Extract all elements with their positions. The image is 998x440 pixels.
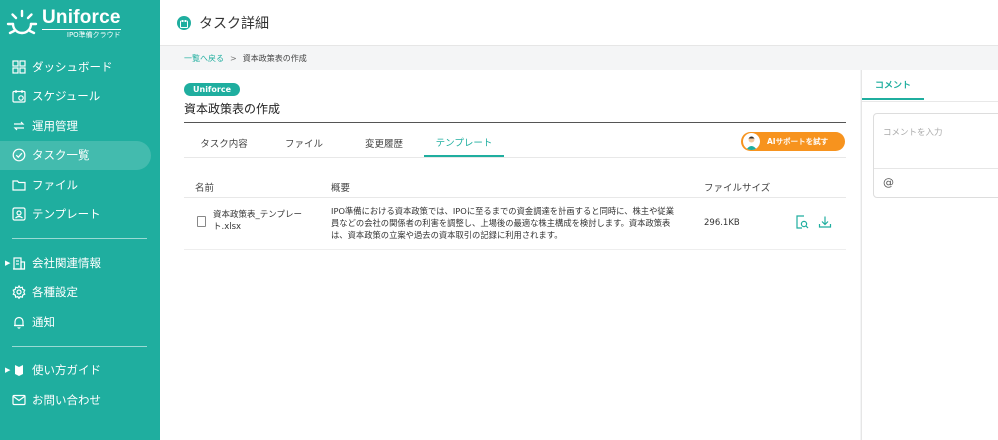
- breadcrumb: 一覧へ戻る > 資本政策表の作成: [160, 47, 860, 69]
- gear-icon: [12, 285, 26, 300]
- caret-right-icon: ▶: [5, 258, 11, 267]
- preview-icon[interactable]: [795, 215, 809, 229]
- comment-input[interactable]: コメントを入力: [874, 114, 998, 169]
- sidebar-item-label: お問い合わせ: [32, 392, 101, 407]
- sidebar-item-label: 使い方ガイド: [32, 363, 101, 378]
- sidebar-divider: [12, 345, 147, 347]
- sidebar-item-schedule[interactable]: スケジュール: [0, 82, 160, 112]
- template-icon: [12, 207, 26, 221]
- title-divider: [184, 122, 846, 123]
- table-header: 名前 概要 ファイルサイズ: [184, 174, 846, 198]
- sidebar-item-label: 運用管理: [32, 118, 78, 133]
- sidebar-item-guide[interactable]: ▶ 使い方ガイド: [0, 356, 160, 386]
- file-summary: IPO準備における資本政策では、IPOに至るまでの資金調達を計画すると同時に、株…: [331, 206, 674, 240]
- comments-panel: コメント コメントを入力 @: [861, 70, 998, 440]
- org-badge: Uniforce: [184, 83, 241, 96]
- tab-comments[interactable]: コメント: [862, 70, 924, 100]
- page-title: タスク詳細: [199, 15, 269, 32]
- check-circle-icon: [12, 148, 26, 162]
- logo-name: Uniforce: [42, 7, 121, 28]
- sidebar-item-company-info[interactable]: ▶ 会社関連情報: [0, 248, 160, 278]
- tab-templates[interactable]: テンプレート: [424, 128, 504, 157]
- task-detail-card: Uniforce 資本政策表の作成 タスク内容 ファイル 変更履歴 テンプレート…: [160, 70, 860, 440]
- file-size: 296.1KB: [704, 218, 740, 228]
- tab-files[interactable]: ファイル: [264, 128, 344, 157]
- file-name[interactable]: 資本政策表_テンプレート.xlsx: [213, 209, 313, 233]
- breadcrumb-separator: >: [230, 53, 237, 63]
- task-title: 資本政策表の作成: [184, 102, 281, 116]
- sidebar-item-label: テンプレート: [32, 207, 101, 222]
- back-to-list-link[interactable]: 一覧へ戻る: [184, 53, 224, 64]
- col-summary: 概要: [331, 183, 351, 194]
- refresh-icon: [13, 121, 25, 131]
- folder-icon: [12, 180, 26, 191]
- comment-box: コメントを入力 @: [873, 113, 998, 198]
- tab-task-content[interactable]: タスク内容: [184, 128, 264, 157]
- logo-tagline: IPO準備クラウド: [42, 29, 121, 40]
- ai-support-button[interactable]: AIサポートを試す: [741, 132, 845, 151]
- template-table: 名前 概要 ファイルサイズ 資本政策表_テンプレート.xlsx IPO準備におけ…: [184, 174, 846, 250]
- sidebar-item-label: タスク一覧: [32, 148, 90, 163]
- logo[interactable]: Uniforce IPO準備クラウド: [6, 8, 121, 40]
- sidebar-item-label: 会社関連情報: [32, 255, 101, 270]
- mail-icon: [12, 394, 26, 405]
- sidebar-item-label: 各種設定: [32, 285, 78, 300]
- col-name: 名前: [195, 183, 215, 194]
- sidebar-item-settings[interactable]: 各種設定: [0, 278, 160, 308]
- ai-support-label: AIサポートを試す: [767, 137, 829, 146]
- file-icon: [197, 216, 206, 227]
- sidebar-divider: [12, 238, 147, 239]
- calendar-icon: [12, 90, 26, 103]
- mention-button[interactable]: @: [883, 176, 894, 189]
- logo-sun-icon: [6, 9, 38, 35]
- calendar-badge-icon: [177, 15, 191, 30]
- building-icon: [13, 257, 26, 270]
- sidebar-item-label: ダッシュボード: [32, 59, 113, 74]
- grid-icon: [12, 60, 26, 74]
- sidebar-item-operations[interactable]: 運用管理: [0, 111, 160, 141]
- sidebar-item-task-list[interactable]: タスク一覧: [0, 140, 151, 170]
- sidebar-item-label: スケジュール: [32, 89, 101, 104]
- col-file-size: ファイルサイズ: [704, 183, 771, 194]
- page-header: タスク詳細: [160, 0, 998, 46]
- caret-right-icon: ▶: [5, 366, 11, 375]
- sidebar-item-files[interactable]: ファイル: [0, 170, 160, 200]
- sidebar-item-templates[interactable]: テンプレート: [0, 200, 160, 230]
- sidebar-item-contact[interactable]: お問い合わせ: [0, 385, 160, 415]
- sidebar-item-label: 通知: [32, 314, 55, 329]
- table-row: 資本政策表_テンプレート.xlsx IPO準備における資本政策では、IPOに至る…: [184, 198, 846, 250]
- guide-icon: [15, 365, 23, 377]
- sidebar-item-notifications[interactable]: 通知: [0, 307, 160, 337]
- sidebar: Uniforce IPO準備クラウド ダッシュボード スケジュール 運用管理 タ…: [0, 0, 160, 440]
- download-icon[interactable]: [818, 215, 832, 229]
- sidebar-nav: ダッシュボード スケジュール 運用管理 タスク一覧 ファイル テンプレート ▶ …: [0, 52, 160, 415]
- tab-change-history[interactable]: 変更履歴: [344, 128, 424, 157]
- ai-assistant-avatar-icon: [743, 133, 760, 150]
- breadcrumb-current: 資本政策表の作成: [242, 53, 307, 63]
- bell-icon: [14, 316, 24, 329]
- sidebar-item-label: ファイル: [32, 177, 78, 192]
- sidebar-item-dashboard[interactable]: ダッシュボード: [0, 52, 160, 82]
- comments-tab-divider: [862, 101, 998, 102]
